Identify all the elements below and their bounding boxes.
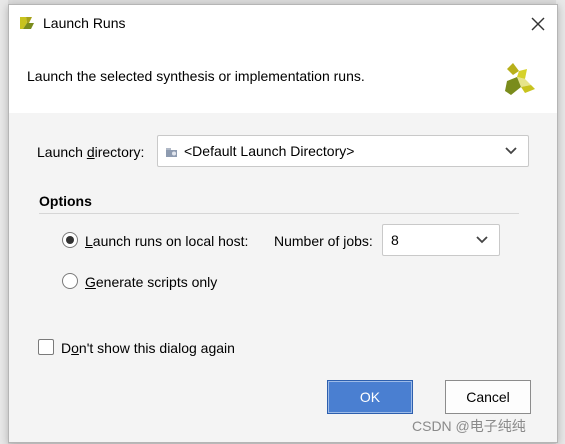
scripts-only-label[interactable]: Generate scripts only <box>85 274 217 290</box>
number-of-jobs-value: 8 <box>391 232 399 248</box>
dialog-header: Launch the selected synthesis or impleme… <box>9 43 557 114</box>
chevron-down-icon <box>476 236 488 244</box>
dont-show-checkbox[interactable] <box>38 339 54 355</box>
cancel-button[interactable]: Cancel <box>445 380 531 414</box>
ok-button[interactable]: OK <box>327 380 413 414</box>
close-button[interactable] <box>523 9 553 39</box>
dialog-description: Launch the selected synthesis or impleme… <box>27 68 365 84</box>
title-bar: Launch Runs <box>9 5 557 43</box>
radio-selected-dot <box>66 236 74 244</box>
close-icon <box>531 17 545 31</box>
folder-icon <box>166 148 177 157</box>
launch-directory-label: Launch directory: <box>37 144 145 160</box>
options-section-title: Options <box>39 193 92 209</box>
local-host-label[interactable]: Launch runs on local host: <box>85 233 248 249</box>
launch-runs-dialog: Launch Runs Launch the selected synthesi… <box>8 4 558 443</box>
vivado-brand-icon <box>505 63 535 95</box>
number-of-jobs-select[interactable]: 8 <box>382 224 500 256</box>
window-title: Launch Runs <box>43 15 126 31</box>
local-host-radio[interactable] <box>62 232 78 248</box>
background-panel <box>0 0 8 444</box>
chevron-down-icon <box>505 147 517 155</box>
watermark: CSDN @电子纯纯 <box>412 418 526 434</box>
launch-directory-select[interactable]: <Default Launch Directory> <box>157 135 529 167</box>
scripts-only-radio[interactable] <box>62 273 78 289</box>
vivado-logo-icon <box>20 17 34 29</box>
options-divider <box>39 213 519 214</box>
number-of-jobs-label: Number of jobs: <box>274 233 373 249</box>
launch-directory-value: <Default Launch Directory> <box>184 143 355 159</box>
dont-show-label[interactable]: Don't show this dialog again <box>61 340 235 356</box>
